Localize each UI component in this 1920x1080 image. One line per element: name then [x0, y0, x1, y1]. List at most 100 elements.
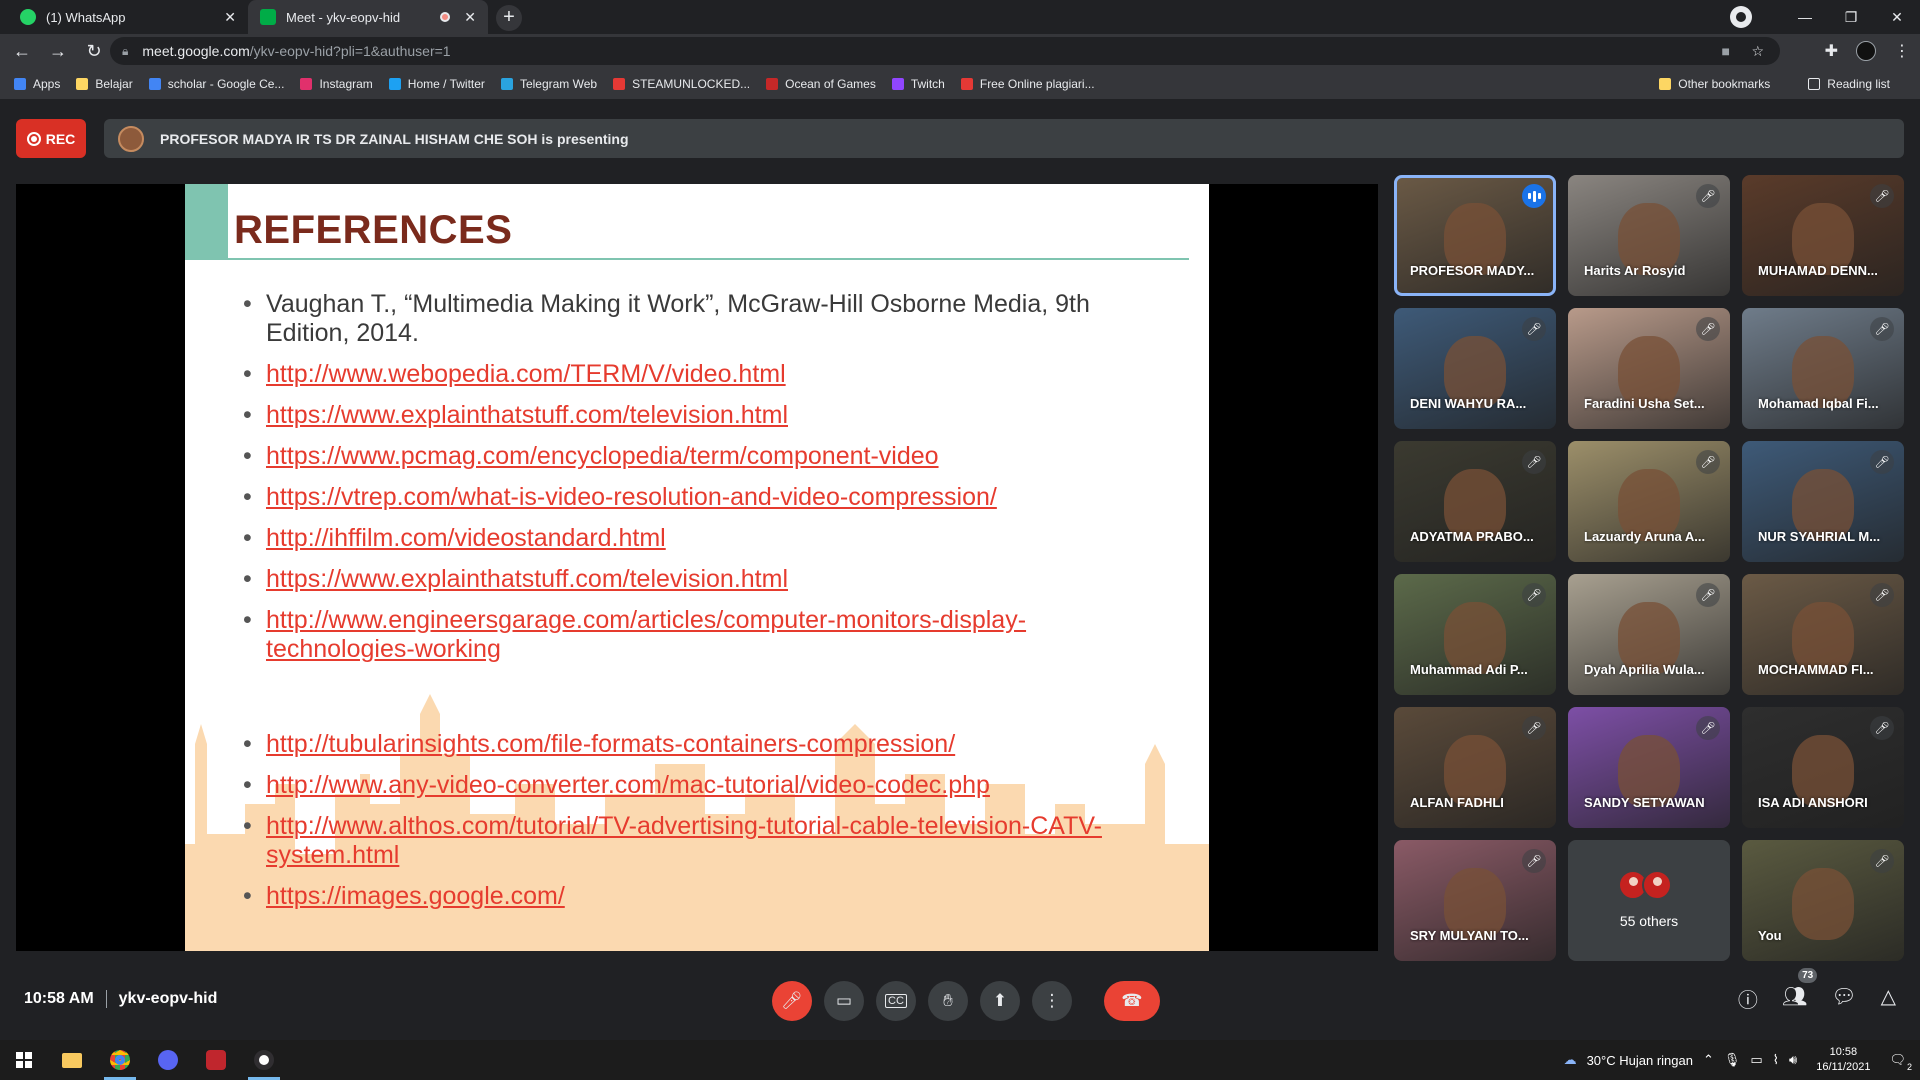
participant-tile[interactable]: 🎤︎ SRY MULYANI TO...: [1394, 840, 1556, 961]
recording-badge[interactable]: REC: [16, 119, 86, 158]
microphone-off-button[interactable]: 🎤︎: [772, 981, 812, 1021]
reference-link[interactable]: http://tubularinsights.com/file-formats-…: [235, 730, 1155, 759]
reference-link[interactable]: http://ihffilm.com/videostandard.html: [235, 524, 1155, 553]
bookmark-item[interactable]: Telegram Web: [500, 77, 597, 91]
browser-menu-icon[interactable]: ⋮: [1894, 41, 1910, 61]
participant-tile[interactable]: 🎤︎ DENI WAHYU RA...: [1394, 308, 1556, 429]
wifi-icon[interactable]: ⌇: [1773, 1052, 1779, 1068]
more-options-button[interactable]: ⋮: [1032, 981, 1072, 1021]
bookmark-item[interactable]: STEAMUNLOCKED...: [613, 77, 750, 91]
start-button[interactable]: [0, 1040, 48, 1080]
bookmark-item[interactable]: Apps: [14, 77, 60, 91]
participant-tile[interactable]: 🎤︎ Dyah Aprilia Wula...: [1568, 574, 1730, 695]
participant-tile[interactable]: 🎤︎ Mohamad Iqbal Fi...: [1742, 308, 1904, 429]
bookmark-reading-list[interactable]: Reading list: [1808, 77, 1890, 91]
reference-link[interactable]: http://www.webopedia.com/TERM/V/video.ht…: [235, 360, 1155, 389]
activities-icon[interactable]: △: [1881, 984, 1896, 1013]
steamunlocked-icon: [613, 77, 626, 90]
folder-icon: [62, 1052, 82, 1068]
lock-icon[interactable]: 🔒︎: [122, 44, 128, 59]
camera-in-use-icon[interactable]: ■: [1722, 43, 1730, 59]
close-tab-icon[interactable]: ✕: [224, 9, 236, 26]
participant-tile[interactable]: 🎤︎ SANDY SETYAWAN: [1568, 707, 1730, 828]
discord-taskbar-button[interactable]: [144, 1040, 192, 1080]
bookmark-label: Free Online plagiari...: [979, 76, 1095, 91]
taskbar-clock[interactable]: 10:58 16/11/2021: [1816, 1045, 1870, 1075]
meeting-info-icon[interactable]: ⓘ: [1738, 984, 1758, 1013]
tab-whatsapp[interactable]: (1) WhatsApp ✕: [8, 0, 248, 34]
mic-muted-icon: 🎤︎: [1522, 583, 1546, 607]
bookmark-other[interactable]: Other bookmarks: [1659, 77, 1770, 91]
participant-tile[interactable]: 🎤︎ You: [1742, 840, 1904, 961]
bookmarks-bar: Apps Belajar scholar - Google Ce... Instagr…: [0, 68, 1920, 100]
bookmark-label: Other bookmarks: [1678, 77, 1771, 91]
raise-hand-button[interactable]: ✋︎: [928, 981, 968, 1021]
bookmark-star-icon[interactable]: ☆: [1751, 43, 1764, 60]
address-bar[interactable]: 🔒︎ meet.google.com/ykv-eopv-hid?pli=1&au…: [110, 37, 1780, 65]
microphone-tray-icon[interactable]: 🎙︎: [1724, 1052, 1741, 1068]
bookmark-item[interactable]: Twitch: [891, 77, 945, 91]
participant-tile[interactable]: PROFESOR MADY...: [1394, 175, 1556, 296]
bookmark-item[interactable]: Free Online plagiari...: [960, 76, 1095, 91]
participant-tile[interactable]: 🎤︎ ISA ADI ANSHORI: [1742, 707, 1904, 828]
reference-link[interactable]: http://www.althos.com/tutorial/TV-advert…: [235, 812, 1155, 870]
side-panel-controls: ⓘ 👥︎ 73 💬︎ △: [1738, 968, 1896, 1013]
chat-icon[interactable]: 💬︎: [1831, 984, 1856, 1013]
new-tab-button[interactable]: +: [496, 5, 522, 31]
notification-center-icon[interactable]: 🗨︎ 2: [1889, 1052, 1912, 1072]
captions-button[interactable]: CC: [876, 981, 916, 1021]
participant-tile[interactable]: 🎤︎ NUR SYAHRIAL M...: [1742, 441, 1904, 562]
reference-link[interactable]: https://images.google.com/: [235, 882, 1155, 911]
chrome-taskbar-button[interactable]: [96, 1040, 144, 1080]
participant-tile[interactable]: 🎤︎ Muhammad Adi P...: [1394, 574, 1556, 695]
tab-search-icon[interactable]: [1730, 6, 1752, 28]
apps-grid-icon: [14, 77, 26, 90]
volume-icon[interactable]: 🔊︎: [1789, 1052, 1797, 1068]
extensions-icon[interactable]: ✚: [1825, 41, 1838, 61]
rec-label: REC: [45, 130, 76, 147]
close-tab-icon[interactable]: ✕: [464, 9, 476, 26]
leave-call-button[interactable]: ☎︎: [1104, 981, 1160, 1021]
file-explorer-button[interactable]: [48, 1040, 96, 1080]
participant-tile[interactable]: 🎤︎ ADYATMA PRABO...: [1394, 441, 1556, 562]
bookmark-item[interactable]: Home / Twitter: [388, 77, 485, 91]
participant-name: MOCHAMMAD FI...: [1758, 662, 1874, 677]
reference-link[interactable]: https://www.pcmag.com/encyclopedia/term/…: [235, 442, 1155, 471]
profile-avatar[interactable]: [1856, 41, 1876, 61]
vivaldi-taskbar-button[interactable]: [192, 1040, 240, 1080]
participant-tile[interactable]: 🎤︎ MOCHAMMAD FI...: [1742, 574, 1904, 695]
close-window-icon[interactable]: ✕: [1874, 9, 1920, 26]
participant-tile[interactable]: 🎤︎ Harits Ar Rosyid: [1568, 175, 1730, 296]
reload-icon[interactable]: ↻: [80, 41, 108, 62]
camera-button[interactable]: ▭: [824, 981, 864, 1021]
weather-cloud-icon[interactable]: ☁: [1564, 1052, 1577, 1068]
present-now-button[interactable]: ⬆: [980, 981, 1020, 1021]
reference-link[interactable]: http://www.any-video-converter.com/mac-t…: [235, 771, 1155, 800]
others-tile[interactable]: 55 others: [1568, 840, 1730, 961]
bookmark-item[interactable]: Belajar: [76, 77, 133, 91]
battery-icon[interactable]: ▭: [1750, 1052, 1762, 1068]
participant-tile[interactable]: 🎤︎ MUHAMAD DENN...: [1742, 175, 1904, 296]
participant-tile[interactable]: 🎤︎ Lazuardy Aruna A...: [1568, 441, 1730, 562]
bookmark-item[interactable]: Instagram: [300, 77, 373, 91]
weather-text[interactable]: 30°C Hujan ringan: [1587, 1053, 1693, 1068]
back-icon[interactable]: ←: [8, 41, 36, 62]
mic-muted-icon: 🎤︎: [1522, 849, 1546, 873]
tab-meet[interactable]: Meet - ykv-eopv-hid ✕: [248, 0, 488, 34]
show-hidden-icons-icon[interactable]: ⌃: [1703, 1052, 1714, 1068]
minimize-icon[interactable]: —: [1782, 9, 1828, 25]
reference-link[interactable]: https://www.explainthatstuff.com/televis…: [235, 401, 1155, 430]
bookmark-item[interactable]: scholar - Google Ce...: [148, 77, 284, 91]
participant-tile[interactable]: 🎤︎ ALFAN FADHLI: [1394, 707, 1556, 828]
reference-link[interactable]: http://www.engineersgarage.com/articles/…: [235, 606, 1155, 664]
forward-icon[interactable]: →: [44, 41, 72, 62]
bookmark-item[interactable]: Ocean of Games: [766, 77, 876, 91]
obs-taskbar-button[interactable]: [240, 1040, 288, 1080]
reference-link[interactable]: https://vtrep.com/what-is-video-resoluti…: [235, 483, 1155, 512]
participant-tile[interactable]: 🎤︎ Faradini Usha Set...: [1568, 308, 1730, 429]
people-icon[interactable]: 👥︎ 73: [1782, 968, 1818, 1013]
restore-icon[interactable]: ❐: [1828, 9, 1874, 26]
reference-link[interactable]: https://www.explainthatstuff.com/televis…: [235, 565, 1155, 594]
meeting-code[interactable]: ykv-eopv-hid: [119, 990, 218, 1008]
presentation-slide: REFERENCES Vaughan T., “Multimedia Makin…: [185, 184, 1209, 951]
